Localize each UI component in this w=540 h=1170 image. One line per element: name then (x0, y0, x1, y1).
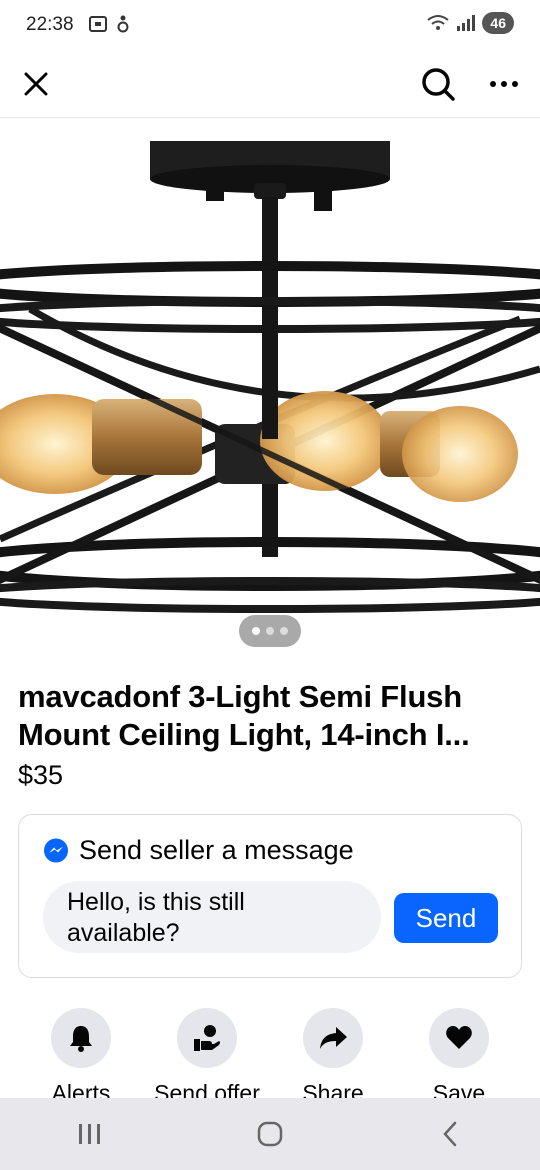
save-button[interactable]: Save (399, 1008, 519, 1107)
messenger-icon (44, 838, 68, 862)
top-nav (0, 52, 540, 118)
share-button[interactable]: Share (273, 1008, 393, 1107)
heart-icon (446, 1026, 472, 1049)
status-bar: 22:38 46 (0, 0, 540, 52)
home-button[interactable] (230, 1104, 310, 1164)
bell-icon (70, 1026, 92, 1052)
recent-apps-button[interactable] (50, 1104, 130, 1164)
search-button[interactable] (414, 60, 462, 108)
pager-dot (280, 627, 288, 635)
screenshot-icon (89, 16, 107, 32)
close-button[interactable] (12, 60, 60, 108)
wifi-icon (427, 15, 450, 30)
message-header: Send seller a message (43, 835, 354, 866)
action-row: Alerts Send offer Share Save (0, 1008, 540, 1106)
more-options-button[interactable] (480, 60, 528, 108)
search-icon (422, 68, 455, 101)
pager-dot (266, 627, 274, 635)
message-input-line-2: available? (67, 919, 180, 947)
product-image[interactable] (0, 119, 540, 659)
send-offer-button[interactable]: Send offer (147, 1008, 267, 1107)
product-title-line-2: Mount Ceiling Light, 14-inch I... (18, 717, 470, 752)
signal-icon (457, 15, 476, 31)
recent-apps-icon (79, 1124, 100, 1144)
message-seller-card: Send seller a message Hello, is this sti… (18, 814, 522, 978)
battery-level: 46 (482, 12, 514, 34)
share-icon (320, 1027, 347, 1049)
product-price: $35 (18, 760, 64, 790)
more-icon (490, 81, 518, 87)
image-pager[interactable] (239, 615, 301, 647)
back-icon (443, 1121, 457, 1147)
status-time: 22:38 (26, 14, 74, 35)
accessibility-icon (117, 15, 129, 33)
back-button[interactable] (410, 1104, 490, 1164)
offer-icon (194, 1025, 220, 1051)
message-input[interactable]: Hello, is this still available? (43, 881, 381, 953)
send-button[interactable]: Send (394, 893, 498, 943)
close-icon (24, 72, 48, 96)
product-title-line-1: mavcadonf 3-Light Semi Flush (18, 679, 462, 714)
alerts-button[interactable]: Alerts (21, 1008, 141, 1107)
home-icon (257, 1121, 283, 1147)
pager-dot (252, 627, 260, 635)
product-title: mavcadonf 3-Light Semi Flush Mount Ceili… (18, 678, 523, 754)
system-nav-bar (0, 1098, 540, 1170)
message-heading: Send seller a message (79, 835, 354, 865)
message-input-line-1: Hello, is this still (67, 888, 245, 916)
ceiling-light-photo (0, 141, 540, 613)
